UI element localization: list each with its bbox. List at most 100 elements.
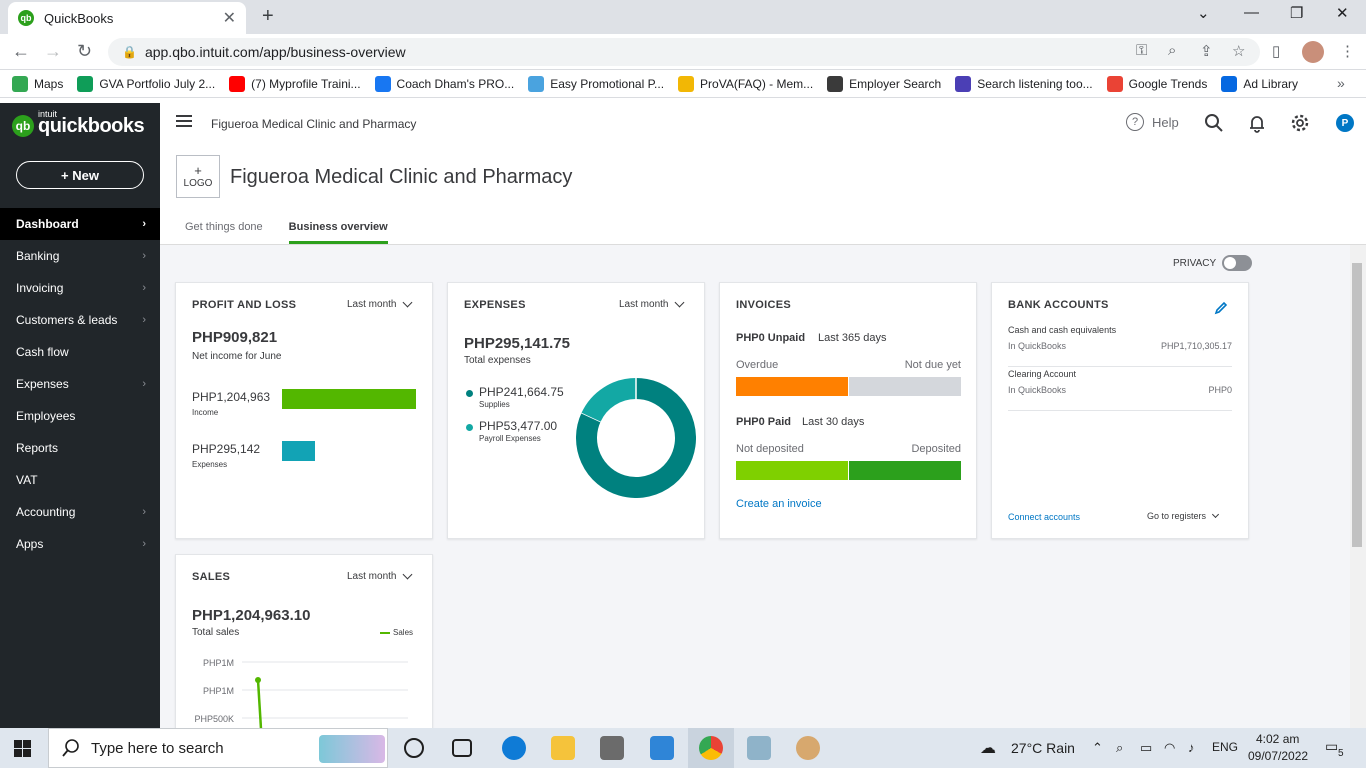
- create-invoice-link[interactable]: Create an invoice: [736, 498, 822, 510]
- sidebar-item-expenses[interactable]: Expenses ›: [0, 368, 160, 400]
- wifi-icon[interactable]: ◠: [1164, 740, 1175, 756]
- cortana-icon[interactable]: [404, 738, 424, 758]
- income-value[interactable]: PHP1,204,963: [192, 390, 270, 404]
- meet-icon[interactable]: ⌕: [1116, 740, 1123, 756]
- user-avatar[interactable]: P: [1336, 114, 1354, 132]
- bookmark-item[interactable]: Google Trends: [1106, 75, 1207, 92]
- tab-get-things-done[interactable]: Get things done: [185, 221, 263, 244]
- tab-search-icon[interactable]: ⌄: [1197, 4, 1210, 22]
- legend-item[interactable]: PHP241,664.75 Supplies: [464, 385, 564, 419]
- new-tab-icon[interactable]: +: [262, 5, 274, 28]
- share-icon[interactable]: ⇪: [1200, 42, 1213, 60]
- legend-item[interactable]: PHP53,477.00 Payroll Expenses: [464, 419, 564, 453]
- close-tab-icon[interactable]: ✕: [223, 8, 236, 28]
- bell-icon[interactable]: [1247, 113, 1267, 133]
- add-logo-button[interactable]: + LOGO: [176, 155, 220, 198]
- minimize-icon[interactable]: —: [1244, 4, 1259, 21]
- period-dropdown[interactable]: Last month: [347, 569, 413, 582]
- restore-icon[interactable]: ❐: [1290, 4, 1303, 22]
- bookmark-star-icon[interactable]: ☆: [1232, 42, 1245, 60]
- hamburger-menu-icon[interactable]: [176, 115, 192, 127]
- privacy-switch[interactable]: [1222, 255, 1253, 271]
- browser-profile-avatar[interactable]: [1302, 41, 1324, 63]
- not-due-bar[interactable]: [849, 377, 961, 396]
- help-button[interactable]: ? Help: [1126, 113, 1179, 131]
- search-icon[interactable]: [1204, 113, 1224, 133]
- privacy-toggle[interactable]: PRIVACY: [1173, 255, 1253, 271]
- expenses-bar[interactable]: [282, 441, 315, 461]
- notification-icon[interactable]: ▭: [1325, 738, 1338, 755]
- sales-series-line[interactable]: [256, 679, 263, 728]
- store-icon[interactable]: [600, 736, 624, 760]
- windows-start-icon[interactable]: [14, 740, 31, 757]
- menu-kebab-icon[interactable]: ⋮: [1340, 42, 1355, 60]
- file-explorer-icon[interactable]: [551, 736, 575, 760]
- expenses-value[interactable]: PHP295,142: [192, 442, 260, 456]
- bookmark-item[interactable]: Ad Library: [1221, 75, 1298, 92]
- bookmark-item[interactable]: ProVA(FAQ) - Mem...: [678, 75, 813, 92]
- sidebar-item-banking[interactable]: Banking ›: [0, 240, 160, 272]
- go-to-registers-dropdown[interactable]: Go to registers: [1147, 510, 1220, 521]
- bookmark-item[interactable]: Maps: [12, 75, 63, 92]
- paint-icon[interactable]: [796, 736, 820, 760]
- back-icon[interactable]: ←: [12, 41, 30, 62]
- period-dropdown[interactable]: Last month: [619, 297, 685, 310]
- chrome-icon[interactable]: [699, 736, 723, 760]
- bookmark-item[interactable]: (7) Myprofile Traini...: [229, 75, 361, 92]
- quickbooks-logo[interactable]: qb intuit quickbooks: [12, 109, 145, 137]
- weather-text[interactable]: 27°C Rain: [1011, 740, 1075, 756]
- deposited-bar[interactable]: [849, 461, 961, 480]
- tab-business-overview[interactable]: Business overview: [288, 221, 388, 244]
- sidebar-item-accounting[interactable]: Accounting ›: [0, 496, 160, 528]
- income-bar[interactable]: [282, 389, 416, 409]
- sidebar-item-customers-leads[interactable]: Customers & leads ›: [0, 304, 160, 336]
- overdue-bar[interactable]: [736, 377, 848, 396]
- edge-icon[interactable]: [502, 736, 526, 760]
- close-window-icon[interactable]: ✕: [1336, 4, 1349, 22]
- sidebar-item-dashboard[interactable]: Dashboard ›: [0, 208, 160, 240]
- not-deposited-bar[interactable]: [736, 461, 848, 480]
- browser-tab[interactable]: qb QuickBooks ✕: [8, 2, 246, 34]
- sidebar-item-vat[interactable]: VAT: [0, 464, 160, 496]
- zoom-icon[interactable]: ⌕: [1168, 42, 1176, 59]
- sidebar-item-invoicing[interactable]: Invoicing ›: [0, 272, 160, 304]
- address-bar[interactable]: 🔒 app.qbo.intuit.com/app/business-overvi…: [108, 38, 1260, 66]
- scrollbar-thumb[interactable]: [1352, 263, 1362, 547]
- language-indicator[interactable]: ENG: [1212, 740, 1238, 754]
- taskbar-search[interactable]: Type here to search: [48, 728, 388, 768]
- forward-icon[interactable]: →: [44, 41, 62, 62]
- bookmark-item[interactable]: Coach Dham's PRO...: [374, 75, 514, 92]
- bookmarks-more-icon[interactable]: »: [1337, 75, 1345, 91]
- gear-icon[interactable]: [1290, 113, 1310, 133]
- clock-date[interactable]: 09/07/2022: [1248, 749, 1308, 763]
- notes-icon[interactable]: [747, 736, 771, 760]
- battery-icon[interactable]: ▭: [1140, 740, 1152, 756]
- mail-icon[interactable]: [650, 736, 674, 760]
- weather-icon[interactable]: ☁: [980, 738, 996, 758]
- bookmark-item[interactable]: Easy Promotional P...: [528, 75, 664, 92]
- sales-line-chart[interactable]: PHP1M PHP1M PHP500K: [192, 647, 418, 728]
- clock-time[interactable]: 4:02 am: [1256, 732, 1299, 746]
- reload-icon[interactable]: ↻: [77, 41, 92, 62]
- sidebar-item-apps[interactable]: Apps ›: [0, 528, 160, 560]
- donut-slice-payroll-expenses[interactable]: [581, 378, 637, 423]
- expenses-donut-chart[interactable]: [576, 378, 696, 498]
- sidebar-item-cash-flow[interactable]: Cash flow: [0, 336, 160, 368]
- sales-data-point[interactable]: [255, 677, 261, 683]
- new-button[interactable]: + New: [16, 161, 144, 189]
- bookmark-item[interactable]: Employer Search: [827, 75, 941, 92]
- key-icon[interactable]: ⚿: [1136, 42, 1147, 59]
- bank-account-row[interactable]: Cash and cash equivalents In QuickBooks PH…: [1008, 324, 1232, 367]
- bookmark-item[interactable]: GVA Portfolio July 2...: [77, 75, 215, 92]
- sidebar-item-reports[interactable]: Reports: [0, 432, 160, 464]
- volume-icon[interactable]: ♪: [1188, 740, 1195, 755]
- tray-chevron-icon[interactable]: ⌃: [1092, 740, 1103, 756]
- task-view-icon[interactable]: [452, 739, 472, 757]
- bookmark-item[interactable]: Search listening too...: [955, 75, 1093, 92]
- bank-account-row[interactable]: Clearing Account In QuickBooks PHP0: [1008, 368, 1232, 411]
- connect-accounts-link[interactable]: Connect accounts: [1008, 512, 1080, 522]
- side-panel-icon[interactable]: ▯: [1272, 42, 1280, 60]
- sidebar-item-employees[interactable]: Employees: [0, 400, 160, 432]
- pencil-edit-icon[interactable]: [1214, 301, 1228, 315]
- period-dropdown[interactable]: Last month: [347, 297, 413, 310]
